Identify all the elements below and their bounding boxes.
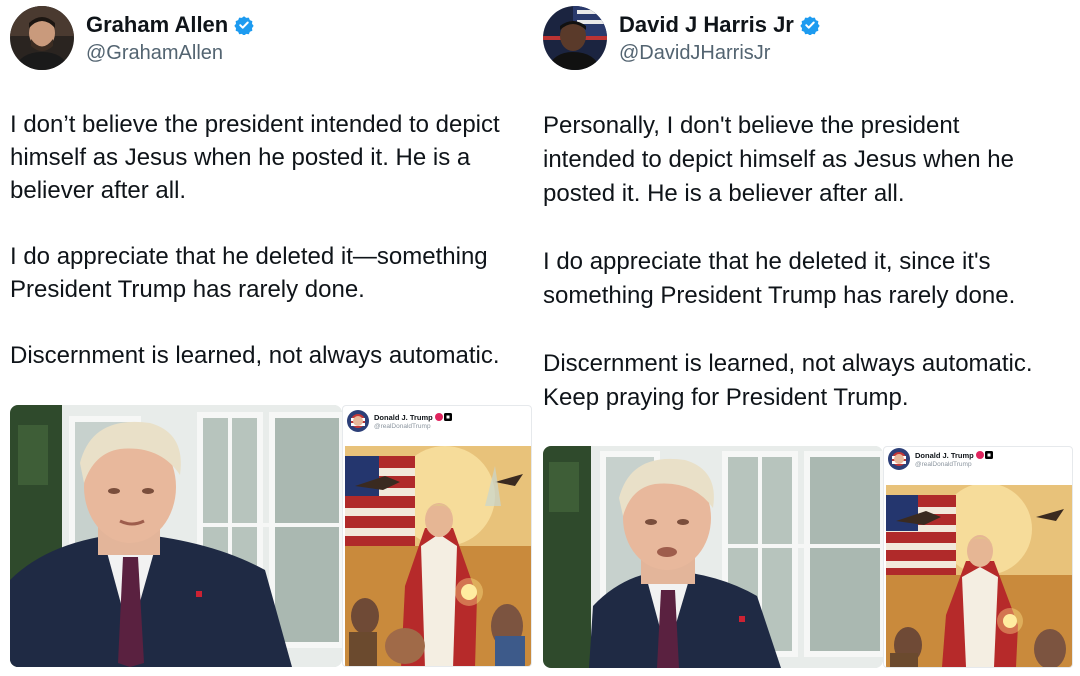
author-name[interactable]: David J Harris Jr <box>619 12 794 38</box>
embedded-author-handle: @realDonaldTrump <box>915 460 972 468</box>
embedded-post-card[interactable]: Donald J. Trump @realDonaldTrump <box>342 405 532 667</box>
tweet-paragraph: Personally, I don't believe the presiden… <box>543 112 1014 207</box>
embedded-avatar <box>347 410 369 432</box>
avatar[interactable] <box>543 6 607 70</box>
verified-badge-icon <box>234 15 254 35</box>
embedded-author-name: Donald J. Trump <box>374 412 433 422</box>
tweet-paragraph: I do appreciate that he deleted it—somet… <box>10 243 488 303</box>
tweet-paragraph: I don’t believe the president intended t… <box>10 111 500 204</box>
tweet-header: Graham Allen @GrahamAllen <box>10 6 254 70</box>
verified-badge-icon <box>800 15 820 35</box>
tweet-paragraph: Discernment is learned, not always autom… <box>543 350 1033 411</box>
tweet-text: Personally, I don't believe the presiden… <box>543 109 1073 415</box>
tweet-graham-allen[interactable]: Graham Allen @GrahamAllen I don’t believ… <box>0 0 535 676</box>
tweet-david-j-harris-jr[interactable]: David J Harris Jr @DavidJHarrisJr Person… <box>535 0 1080 676</box>
embedded-post-card[interactable]: Donald J. Trump @realDonaldTrump <box>883 446 1073 668</box>
label-icon <box>443 413 452 421</box>
author-name[interactable]: Graham Allen <box>86 12 228 38</box>
embedded-author-name: Donald J. Trump <box>915 450 974 460</box>
tweet-paragraph: I do appreciate that he deleted it, sinc… <box>543 248 1016 309</box>
author-handle[interactable]: @DavidJHarrisJr <box>619 42 820 65</box>
embedded-avatar <box>888 448 910 470</box>
tweet-video-thumbnail[interactable] <box>543 446 883 668</box>
tweet-header: David J Harris Jr @DavidJHarrisJr <box>543 6 820 70</box>
embedded-post-image <box>345 446 531 666</box>
label-icon <box>984 451 993 459</box>
verified-badge-icon <box>434 413 443 421</box>
embedded-post-image <box>886 485 1072 667</box>
tweet-text: I don’t believe the president intended t… <box>10 108 535 372</box>
avatar[interactable] <box>10 6 74 70</box>
tweet-paragraph: Discernment is learned, not always autom… <box>10 342 500 369</box>
verified-badge-icon <box>975 451 984 459</box>
embedded-author-handle: @realDonaldTrump <box>374 422 431 430</box>
author-handle[interactable]: @GrahamAllen <box>86 42 254 65</box>
tweet-video-thumbnail[interactable] <box>10 405 342 667</box>
